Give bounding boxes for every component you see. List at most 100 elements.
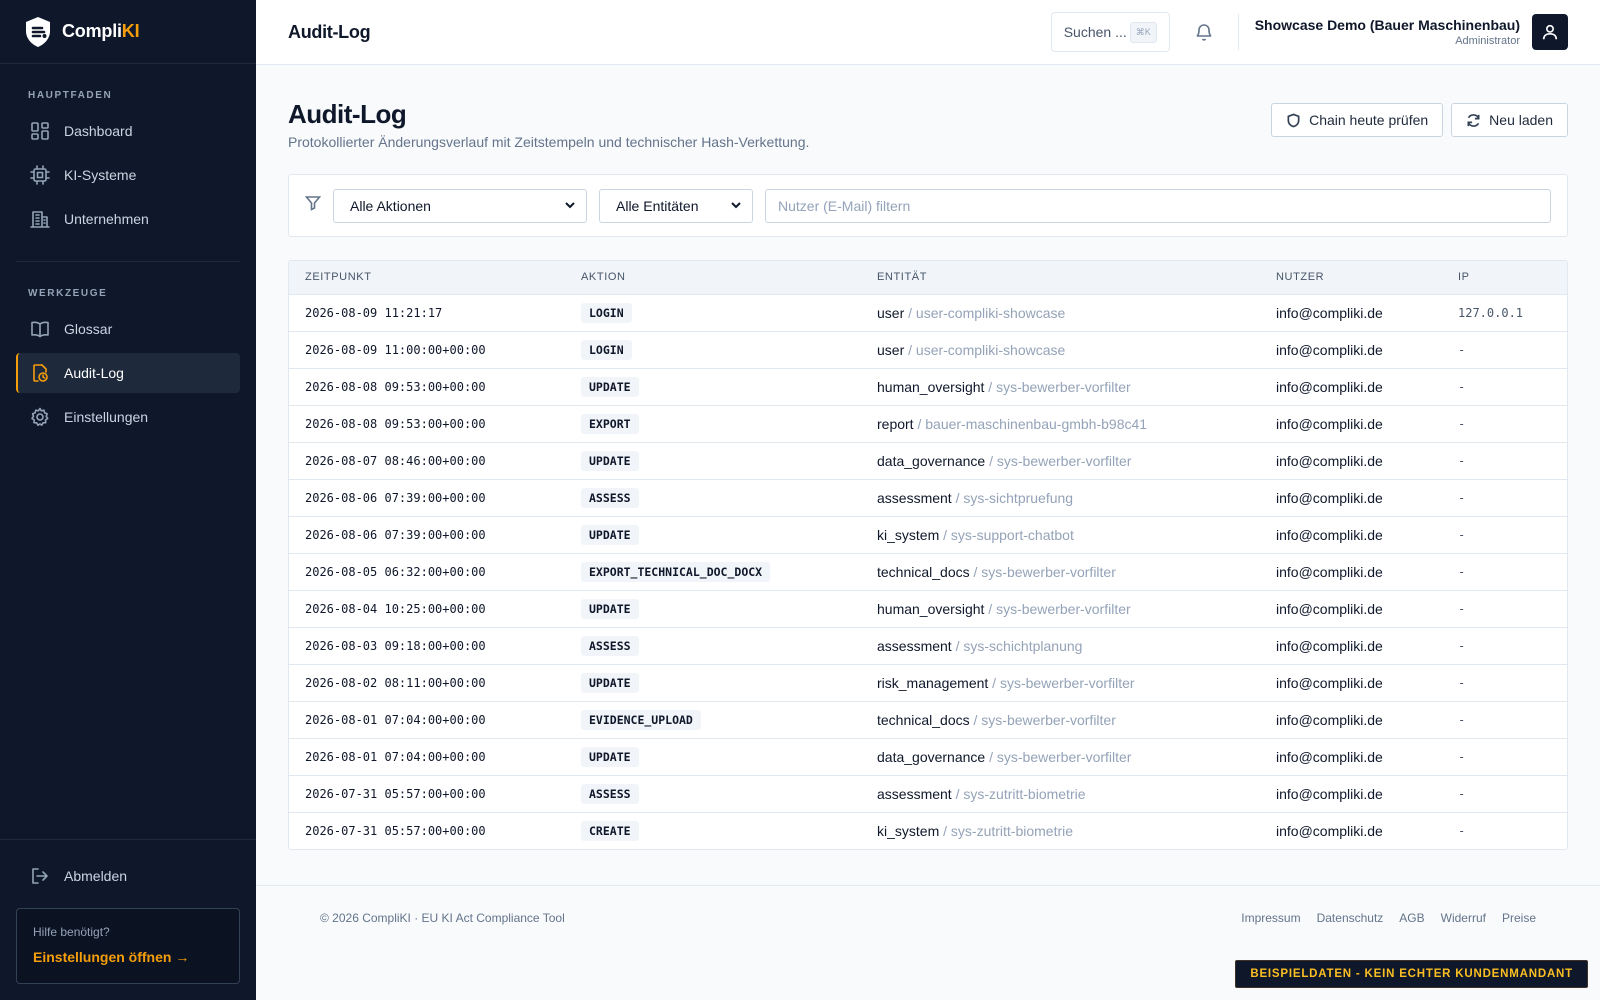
cell-entity: human_oversight / sys-bewerber-vorfilter	[861, 368, 1260, 406]
cell-user: info@compliki.de	[1260, 368, 1442, 406]
user-icon	[1542, 24, 1558, 40]
cell-ip: -	[1442, 442, 1567, 480]
sidebar-item-label: Audit-Log	[64, 365, 124, 381]
footer-link-agb[interactable]: AGB	[1399, 911, 1424, 925]
chevron-down-icon	[564, 198, 576, 214]
table-row[interactable]: 2026-07-31 05:57:00+00:00 ASSESS assessmen…	[289, 775, 1567, 813]
column-header[interactable]: NUTZER	[1260, 261, 1442, 295]
cell-action: UPDATE	[565, 442, 861, 480]
cell-timestamp: 2026-08-03 09:18:00+00:00	[289, 627, 565, 665]
entity-id: / sys-support-chatbot	[943, 526, 1074, 543]
entity-filter-select[interactable]: Alle Entitäten	[599, 188, 753, 223]
table-row[interactable]: 2026-08-01 07:04:00+00:00 EVIDENCE_UPLOAD…	[289, 701, 1567, 739]
header-separator	[1237, 14, 1239, 50]
cell-timestamp: 2026-08-01 07:04:00+00:00	[289, 738, 565, 776]
sidebar-item-einstellungen[interactable]: Einstellungen	[16, 397, 240, 437]
footer-link-datenschutz[interactable]: Datenschutz	[1317, 911, 1384, 925]
entity-id: / sys-bewerber-vorfilter	[989, 452, 1132, 469]
sidebar-item-ki-systeme[interactable]: KI-Systeme	[16, 155, 240, 195]
brand-name: CompliKI	[62, 21, 140, 41]
avatar[interactable]	[1532, 14, 1568, 50]
sidebar-item-label: KI-Systeme	[64, 167, 137, 183]
table-row[interactable]: 2026-08-02 08:11:00+00:00 UPDATE risk_mana…	[289, 664, 1567, 702]
cell-user: info@compliki.de	[1260, 627, 1442, 665]
cpu-icon	[30, 165, 50, 185]
user-filter-input[interactable]	[765, 188, 1551, 223]
gear-icon	[30, 407, 50, 427]
cell-user: info@compliki.de	[1260, 775, 1442, 813]
cell-user: info@compliki.de	[1260, 479, 1442, 517]
table-row[interactable]: 2026-07-31 05:57:00+00:00 CREATE ki_system…	[289, 812, 1567, 849]
search-button[interactable]: Suchen ... ⌘K	[1050, 12, 1170, 52]
footer-copyright: © 2026 CompliKI · EU KI Act Compliance T…	[320, 911, 565, 925]
table-row[interactable]: 2026-08-01 07:04:00+00:00 UPDATE data_gove…	[289, 738, 1567, 776]
table-row[interactable]: 2026-08-05 06:32:00+00:00 EXPORT_TECHNICA…	[289, 553, 1567, 591]
cell-user: info@compliki.de	[1260, 516, 1442, 554]
help-box: Hilfe benötigt? Einstellungen öffnen →	[16, 908, 240, 984]
nav-heading-tools: WERKZEUGE	[28, 288, 108, 299]
cell-action: UPDATE	[565, 516, 861, 554]
action-badge: UPDATE	[581, 450, 639, 471]
table-row[interactable]: 2026-08-08 09:53:00+00:00 EXPORT report / …	[289, 405, 1567, 443]
cell-action: LOGIN	[565, 294, 861, 332]
logout-button[interactable]: Abmelden	[16, 856, 240, 896]
table-row[interactable]: 2026-08-08 09:53:00+00:00 UPDATE human_ove…	[289, 368, 1567, 406]
table-row[interactable]: 2026-08-09 11:21:17 LOGIN user / user-comp…	[289, 294, 1567, 332]
cell-action: EXPORT_TECHNICAL_DOC_DOCX	[565, 553, 861, 591]
sidebar-item-dashboard[interactable]: Dashboard	[16, 111, 240, 151]
cell-ip: -	[1442, 516, 1567, 554]
table-body: 2026-08-09 11:21:17 LOGIN user / user-comp…	[289, 294, 1567, 849]
chain-check-button[interactable]: Chain heute prüfen	[1271, 103, 1444, 137]
action-badge: ASSESS	[581, 783, 639, 804]
sidebar-item-label: Glossar	[64, 321, 113, 337]
column-header[interactable]: IP	[1442, 261, 1567, 295]
entity-type: ki_system	[877, 526, 940, 543]
page-head: Audit-Log Protokollierter Änderungsverla…	[288, 65, 1568, 150]
cell-ip: -	[1442, 590, 1567, 628]
cell-user: info@compliki.de	[1260, 294, 1442, 332]
reload-label: Neu laden	[1489, 112, 1553, 128]
cell-timestamp: 2026-08-06 07:39:00+00:00	[289, 516, 565, 554]
cell-timestamp: 2026-07-31 05:57:00+00:00	[305, 823, 486, 838]
column-header[interactable]: ENTITÄT	[861, 261, 1260, 295]
cell-timestamp: 2026-08-06 07:39:00+00:00	[289, 479, 565, 517]
open-settings-link[interactable]: Einstellungen öffnen →	[33, 949, 223, 965]
sidebar-item-glossar[interactable]: Glossar	[16, 309, 240, 349]
reload-button[interactable]: Neu laden	[1451, 103, 1568, 137]
dashboard-icon	[30, 121, 50, 141]
table-row[interactable]: 2026-08-09 11:00:00+00:00 LOGIN user / use…	[289, 331, 1567, 369]
entity-type: ki_system	[877, 822, 940, 839]
action-badge: EXPORT_TECHNICAL_DOC_DOCX	[581, 561, 771, 582]
sidebar-item-audit-log[interactable]: Audit-Log	[16, 353, 240, 393]
table-row[interactable]: 2026-08-07 08:46:00+00:00 UPDATE data_gove…	[289, 442, 1567, 480]
table-row[interactable]: 2026-08-06 07:39:00+00:00 UPDATE ki_system…	[289, 516, 1567, 554]
action-badge: LOGIN	[581, 302, 632, 323]
footer-link-impressum[interactable]: Impressum	[1241, 911, 1300, 925]
table-row[interactable]: 2026-08-06 07:39:00+00:00 ASSESS assessmen…	[289, 479, 1567, 517]
chain-check-label: Chain heute prüfen	[1309, 112, 1429, 128]
notifications-button[interactable]	[1184, 12, 1224, 52]
cell-user: info@compliki.de	[1260, 701, 1442, 739]
table-row[interactable]: 2026-08-03 09:18:00+00:00 ASSESS assessmen…	[289, 627, 1567, 665]
entity-type: human_oversight	[877, 378, 985, 395]
cell-user: info@compliki.de	[1260, 553, 1442, 591]
column-header[interactable]: ZEITPUNKT	[289, 261, 565, 295]
book-icon	[30, 319, 50, 339]
entity-id: / sys-bewerber-vorfilter	[973, 711, 1116, 728]
entity-type: risk_management	[877, 674, 989, 691]
sidebar-item-unternehmen[interactable]: Unternehmen	[16, 199, 240, 239]
cell-action: LOGIN	[565, 331, 861, 369]
audit-icon	[30, 363, 50, 383]
entity-type: user	[877, 341, 905, 358]
column-header[interactable]: AKTION	[565, 261, 861, 295]
footer-link-preise[interactable]: Preise	[1502, 911, 1536, 925]
action-filter-select[interactable]: Alle Aktionen	[333, 188, 587, 223]
action-badge: LOGIN	[581, 339, 632, 360]
filter-icon	[304, 195, 322, 216]
cell-action: ASSESS	[565, 627, 861, 665]
brand[interactable]: CompliKI	[0, 0, 256, 64]
action-badge: UPDATE	[581, 672, 639, 693]
table-row[interactable]: 2026-08-04 10:25:00+00:00 UPDATE human_ove…	[289, 590, 1567, 628]
footer-link-widerruf[interactable]: Widerruf	[1441, 911, 1486, 925]
cell-entity: technical_docs / sys-bewerber-vorfilter	[861, 701, 1260, 739]
